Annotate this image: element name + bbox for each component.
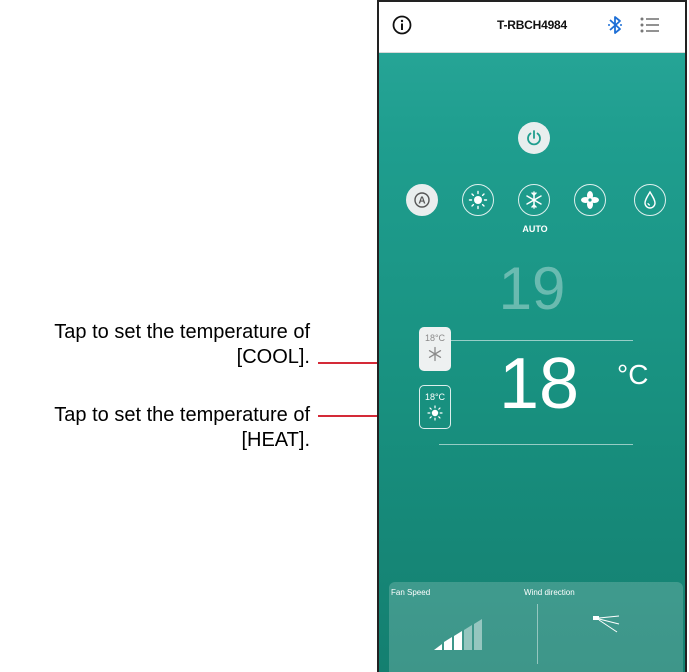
cool-temp-tab[interactable]: 18°C <box>419 327 451 371</box>
callout-heat-line1: Tap to set the temperature of <box>54 404 310 426</box>
power-icon <box>527 130 541 146</box>
heat-mode-icon <box>468 190 488 210</box>
cool-temp-value: 18°C <box>424 333 446 343</box>
dry-mode-button[interactable] <box>634 184 666 216</box>
fan-mode-icon <box>581 191 599 209</box>
callout-cool: Tap to set the temperature of [COOL]. <box>0 320 310 370</box>
panel-divider <box>537 604 538 664</box>
temperature-unit: °C <box>617 359 649 390</box>
wind-direction-label: Wind direction <box>524 588 575 597</box>
cool-mode-icon <box>526 191 542 209</box>
temperature-previous[interactable]: 19 <box>379 254 685 323</box>
sun-icon <box>427 405 443 421</box>
fan-speed-label: Fan Speed <box>391 588 431 597</box>
menu-icon[interactable] <box>639 15 661 35</box>
power-button[interactable] <box>518 122 550 154</box>
divider-top <box>439 340 633 341</box>
cool-mode-button[interactable] <box>518 184 550 216</box>
svg-text:A: A <box>418 196 425 207</box>
dry-mode-icon <box>644 190 656 209</box>
top-bar: T-RBCH4984 <box>379 2 685 53</box>
callout-heat: Tap to set the temperature of [HEAT]. <box>0 403 310 453</box>
fan-speed-icon[interactable] <box>434 616 494 650</box>
bottom-control-panel: Fan Speed Wind direction <box>389 582 683 672</box>
wind-direction-icon[interactable] <box>589 612 629 642</box>
phone-screen: T-RBCH4984 A AUTO 19 18 °C 18°C 18°C Fan… <box>377 0 687 672</box>
heat-mode-button[interactable] <box>462 184 494 216</box>
heat-temp-tab[interactable]: 18°C <box>419 385 451 429</box>
temperature-setpoint: 18 <box>498 344 580 424</box>
snowflake-icon <box>428 346 442 362</box>
callout-cool-line1: Tap to set the temperature of <box>54 321 310 343</box>
heat-temp-value: 18°C <box>424 392 446 402</box>
auto-mode-button[interactable]: A <box>406 184 438 216</box>
fan-mode-button[interactable] <box>574 184 606 216</box>
callout-cool-line2: [COOL]. <box>236 346 310 368</box>
divider-bottom <box>439 444 633 445</box>
selected-mode-label: AUTO <box>522 224 548 234</box>
callout-heat-line2: [HEAT]. <box>241 429 310 451</box>
auto-mode-icon: A <box>414 192 430 208</box>
bluetooth-icon[interactable] <box>607 14 623 36</box>
